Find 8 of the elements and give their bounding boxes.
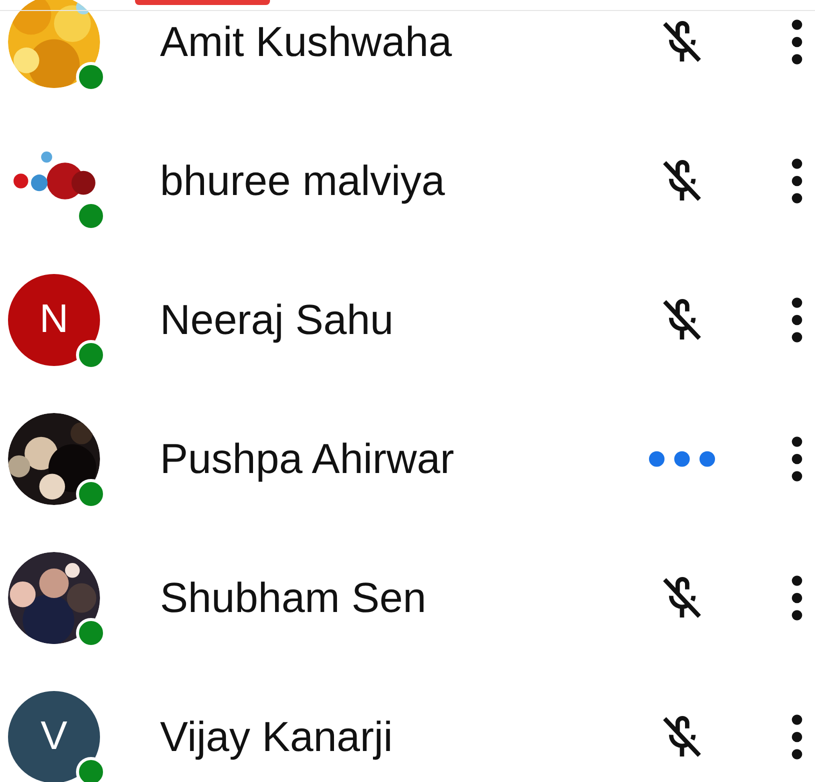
avatar: V — [8, 690, 100, 782]
participant-name: Shubham Sen — [160, 574, 428, 622]
participant-name: Vijay Kanarji — [160, 712, 394, 760]
avatar: N — [8, 274, 100, 366]
participant-name: Neeraj Sahu — [160, 296, 394, 344]
participant-name: bhuree malviya — [160, 156, 446, 204]
participant-name: Amit Kushwaha — [160, 18, 453, 66]
participant-name: Pushpa Ahirwar — [160, 434, 456, 482]
